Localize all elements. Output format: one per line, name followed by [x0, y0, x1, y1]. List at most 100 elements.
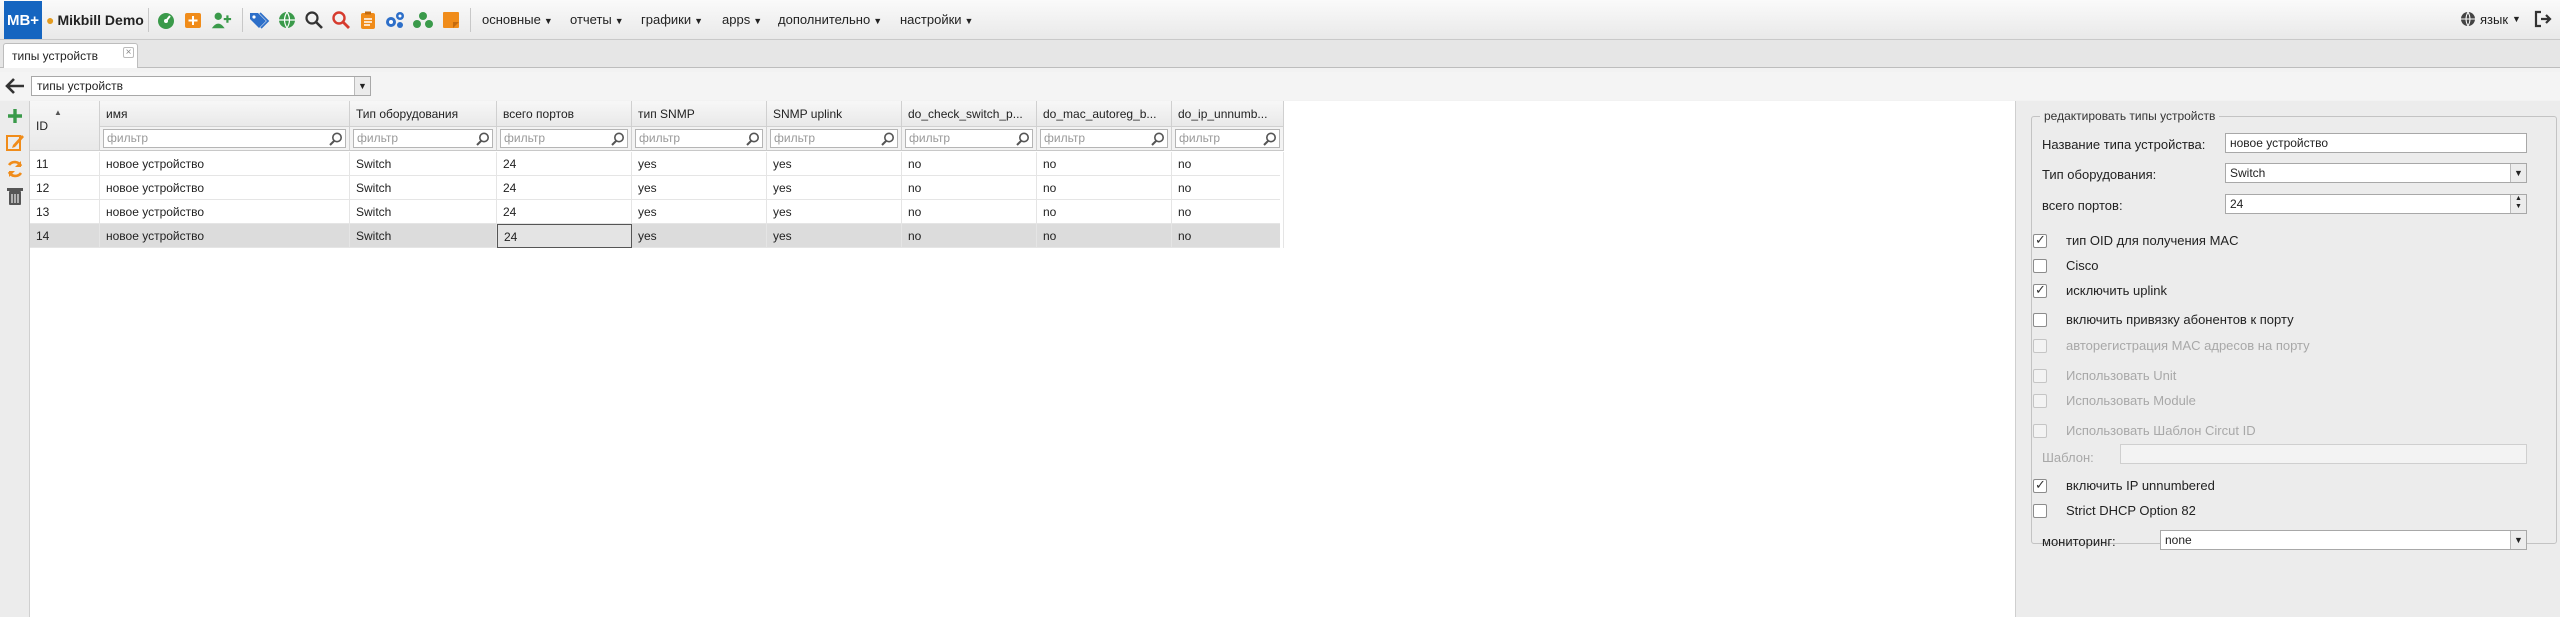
table-cell[interactable]: no: [1172, 200, 1284, 224]
table-row[interactable]: 14 новое устройство Switch 24 yes yes no no no: [30, 224, 1284, 248]
table-cell[interactable]: новое устройство: [100, 200, 350, 224]
table-cell[interactable]: no: [1037, 224, 1172, 248]
table-cell[interactable]: yes: [767, 200, 902, 224]
globe-icon[interactable]: [276, 9, 298, 31]
table-cell[interactable]: 24: [497, 224, 632, 248]
menu-reports[interactable]: отчеты ▼: [570, 12, 624, 27]
filter-search-icon[interactable]: [880, 131, 896, 147]
menu-apps[interactable]: apps ▼: [722, 12, 762, 27]
filter-search-icon[interactable]: [1015, 131, 1031, 147]
filter-search-icon[interactable]: [1150, 131, 1166, 147]
back-arrow-icon[interactable]: [4, 76, 26, 96]
ports-stepper[interactable]: 24 ▲ ▼: [2225, 194, 2527, 214]
table-cell[interactable]: Switch: [350, 176, 497, 200]
checkbox[interactable]: ✓: [2033, 477, 2047, 493]
table-cell[interactable]: no: [1037, 152, 1172, 176]
filter-search-icon[interactable]: [475, 131, 491, 147]
table-cell[interactable]: no: [902, 176, 1037, 200]
table-cell[interactable]: 14: [30, 224, 100, 248]
table-cell[interactable]: Switch: [350, 200, 497, 224]
table-cell[interactable]: no: [902, 224, 1037, 248]
table-cell[interactable]: yes: [632, 224, 767, 248]
table-cell[interactable]: yes: [632, 152, 767, 176]
table-cell[interactable]: no: [1037, 200, 1172, 224]
table-cell[interactable]: no: [1172, 152, 1284, 176]
table-cell[interactable]: yes: [767, 152, 902, 176]
column-header[interactable]: имя: [100, 101, 350, 127]
table-cell[interactable]: yes: [767, 224, 902, 248]
table-cell[interactable]: 13: [30, 200, 100, 224]
filter-input[interactable]: фильтр: [103, 129, 346, 148]
table-cell[interactable]: 24: [497, 200, 632, 224]
checkbox[interactable]: [2033, 259, 2047, 273]
table-cell[interactable]: no: [902, 152, 1037, 176]
monitoring-select[interactable]: none ▼: [2160, 530, 2527, 550]
search-red-icon[interactable]: [330, 9, 352, 31]
filter-input[interactable]: фильтр: [1040, 129, 1168, 148]
table-row[interactable]: 13 новое устройство Switch 24 yes yes no no no: [30, 200, 1284, 224]
column-header[interactable]: do_ip_unnumb...: [1172, 101, 1284, 127]
edit-icon[interactable]: [4, 131, 26, 153]
table-row[interactable]: 12 новое устройство Switch 24 yes yes no no no: [30, 176, 1284, 200]
search-icon[interactable]: [303, 9, 325, 31]
table-cell[interactable]: новое устройство: [100, 152, 350, 176]
table-cell[interactable]: 24: [497, 152, 632, 176]
filter-input[interactable]: фильтр: [353, 129, 493, 148]
column-header[interactable]: Тип оборудования: [350, 101, 497, 127]
network-icon[interactable]: [412, 9, 434, 31]
logout-icon[interactable]: [2534, 10, 2552, 31]
refresh-icon[interactable]: [4, 158, 26, 180]
table-cell[interactable]: yes: [767, 176, 902, 200]
note-icon[interactable]: [440, 9, 462, 31]
table-cell[interactable]: Switch: [350, 152, 497, 176]
table-cell[interactable]: no: [1172, 224, 1284, 248]
filter-search-icon[interactable]: [610, 131, 626, 147]
dashboard-icon[interactable]: [155, 9, 177, 31]
filter-input[interactable]: фильтр: [635, 129, 763, 148]
checkbox[interactable]: ✓: [2033, 282, 2047, 298]
checkbox[interactable]: ✓: [2033, 232, 2047, 248]
column-header[interactable]: do_mac_autoreg_b...: [1037, 101, 1172, 127]
filter-search-icon[interactable]: [328, 131, 344, 147]
filter-input[interactable]: фильтр: [770, 129, 898, 148]
filter-input[interactable]: фильтр: [905, 129, 1033, 148]
column-header[interactable]: SNMP uplink: [767, 101, 902, 127]
gears-icon[interactable]: [384, 9, 406, 31]
device-name-input[interactable]: новое устройство: [2225, 133, 2527, 153]
section-select[interactable]: типы устройств ▼: [31, 76, 371, 96]
app-logo[interactable]: MB+: [4, 1, 42, 39]
table-cell[interactable]: Switch: [350, 224, 497, 248]
table-cell[interactable]: 12: [30, 176, 100, 200]
column-header[interactable]: do_check_switch_p...: [902, 101, 1037, 127]
close-icon[interactable]: ×: [123, 47, 134, 58]
column-header[interactable]: тип SNMP: [632, 101, 767, 127]
language-menu[interactable]: язык ▼: [2460, 11, 2521, 27]
table-cell[interactable]: yes: [632, 200, 767, 224]
table-cell[interactable]: yes: [632, 176, 767, 200]
tags-icon[interactable]: [248, 9, 270, 31]
tab-device-types[interactable]: типы устройств ×: [3, 43, 138, 68]
column-header[interactable]: всего портов: [497, 101, 632, 127]
table-cell[interactable]: 24: [497, 176, 632, 200]
add-user-card-icon[interactable]: [182, 9, 204, 31]
table-cell[interactable]: no: [902, 200, 1037, 224]
table-cell[interactable]: новое устройство: [100, 224, 350, 248]
menu-settings[interactable]: настройки ▼: [900, 12, 973, 27]
clipboard-icon[interactable]: [357, 9, 379, 31]
add-user-icon[interactable]: [210, 9, 232, 31]
filter-search-icon[interactable]: [745, 131, 761, 147]
menu-main[interactable]: основные ▼: [482, 12, 553, 27]
table-cell[interactable]: no: [1172, 176, 1284, 200]
table-cell[interactable]: 11: [30, 152, 100, 176]
table-cell[interactable]: новое устройство: [100, 176, 350, 200]
spinner-icon[interactable]: ▲ ▼: [2510, 195, 2526, 213]
table-row[interactable]: 11 новое устройство Switch 24 yes yes no no no: [30, 152, 1284, 176]
menu-extra[interactable]: дополнительно ▼: [778, 12, 882, 27]
add-icon[interactable]: [4, 105, 26, 127]
equipment-type-select[interactable]: Switch ▼: [2225, 163, 2527, 183]
chevron-down-icon[interactable]: ▼: [2510, 531, 2526, 549]
checkbox[interactable]: [2033, 313, 2047, 327]
checkbox[interactable]: [2033, 504, 2047, 518]
table-cell[interactable]: no: [1037, 176, 1172, 200]
filter-input[interactable]: фильтр: [500, 129, 628, 148]
